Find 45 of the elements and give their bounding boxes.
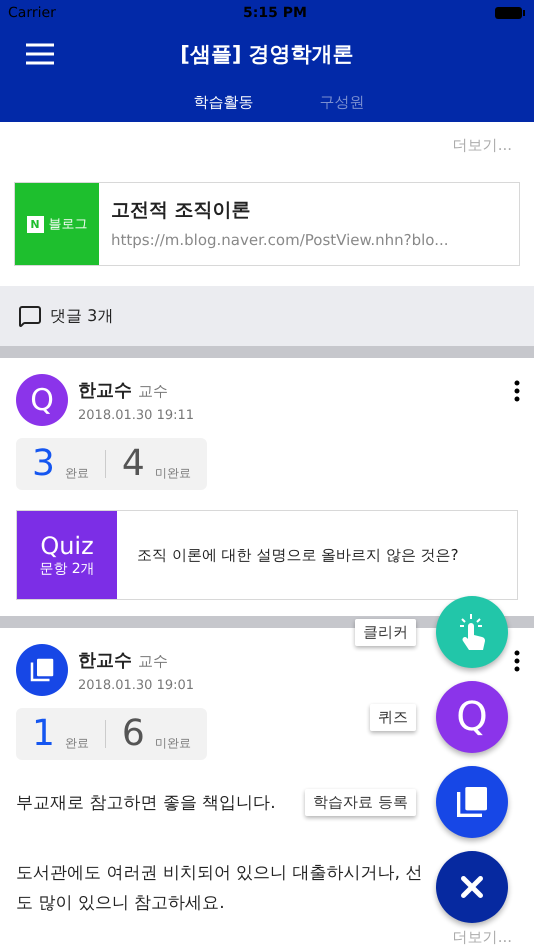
done-label: 완료: [64, 735, 89, 752]
course-title: [샘플] 경영학개론: [180, 41, 354, 68]
battery-icon: [494, 6, 526, 20]
pending-label: 미완료: [154, 465, 191, 482]
link-card[interactable]: N 블로그 고전적 조직이론 https://m.blog.naver.com/PostView.nhn?blo...: [14, 182, 520, 266]
quiz-avatar: Q: [16, 374, 68, 426]
quiz-label: Quiz: [40, 532, 94, 560]
blog-label: 블로그: [48, 216, 88, 233]
comment-bar[interactable]: 댓글 3개: [0, 286, 534, 358]
material-fab[interactable]: [436, 766, 508, 838]
question-count: 문항 2개: [39, 560, 95, 578]
fab-label: 클리커: [355, 618, 416, 646]
post-date: 2018.01.30 19:01: [78, 678, 194, 692]
quiz-card[interactable]: Quiz 문항 2개 조직 이론에 대한 설명으로 올바르지 않은 것은?: [16, 510, 518, 600]
carrier-label: Carrier: [8, 5, 56, 21]
more-options-icon[interactable]: [514, 650, 520, 672]
pending-count: 4: [122, 446, 145, 482]
fab-label: 퀴즈: [370, 704, 416, 730]
done-count: 1: [32, 716, 55, 752]
done-count: 3: [32, 446, 55, 482]
post-date: 2018.01.30 19:11: [78, 408, 194, 422]
blog-logo: N: [26, 216, 44, 232]
tab[interactable]: 구성원: [320, 92, 364, 112]
pending-label: 미완료: [154, 735, 191, 752]
post-text: 부교재로 참고하면 좋을 책입니다.: [16, 793, 276, 813]
more-options-icon[interactable]: [514, 380, 520, 402]
quiz-fab[interactable]: Q: [436, 681, 508, 753]
menu-icon[interactable]: [26, 43, 54, 65]
post-text: 도 많이 있으니 참고하세요.: [16, 893, 225, 913]
close-fab[interactable]: [436, 851, 508, 923]
author-role: 교수: [138, 652, 168, 670]
link-url: https://m.blog.naver.com/PostView.nhn?blo...: [111, 231, 449, 249]
fab-label: 학습자료 등록: [305, 788, 416, 816]
post-text: 도서관에도 여러권 비치되어 있으니 대출하시거나, 선: [16, 863, 422, 883]
link-title: 고전적 조직이론: [111, 198, 252, 223]
comment-icon: [18, 304, 42, 328]
author-name: 한교수: [78, 378, 132, 402]
quiz-question: 조직 이론에 대한 설명으로 올바르지 않은 것은?: [136, 546, 459, 564]
comment-count: 댓글 3개: [50, 306, 114, 326]
author-role: 교수: [138, 382, 168, 400]
pending-count: 6: [122, 716, 145, 752]
clock: 5:15 PM: [243, 5, 307, 21]
done-label: 완료: [64, 465, 89, 482]
author-name: 한교수: [78, 648, 132, 672]
tab[interactable]: 학습활동: [194, 92, 254, 112]
